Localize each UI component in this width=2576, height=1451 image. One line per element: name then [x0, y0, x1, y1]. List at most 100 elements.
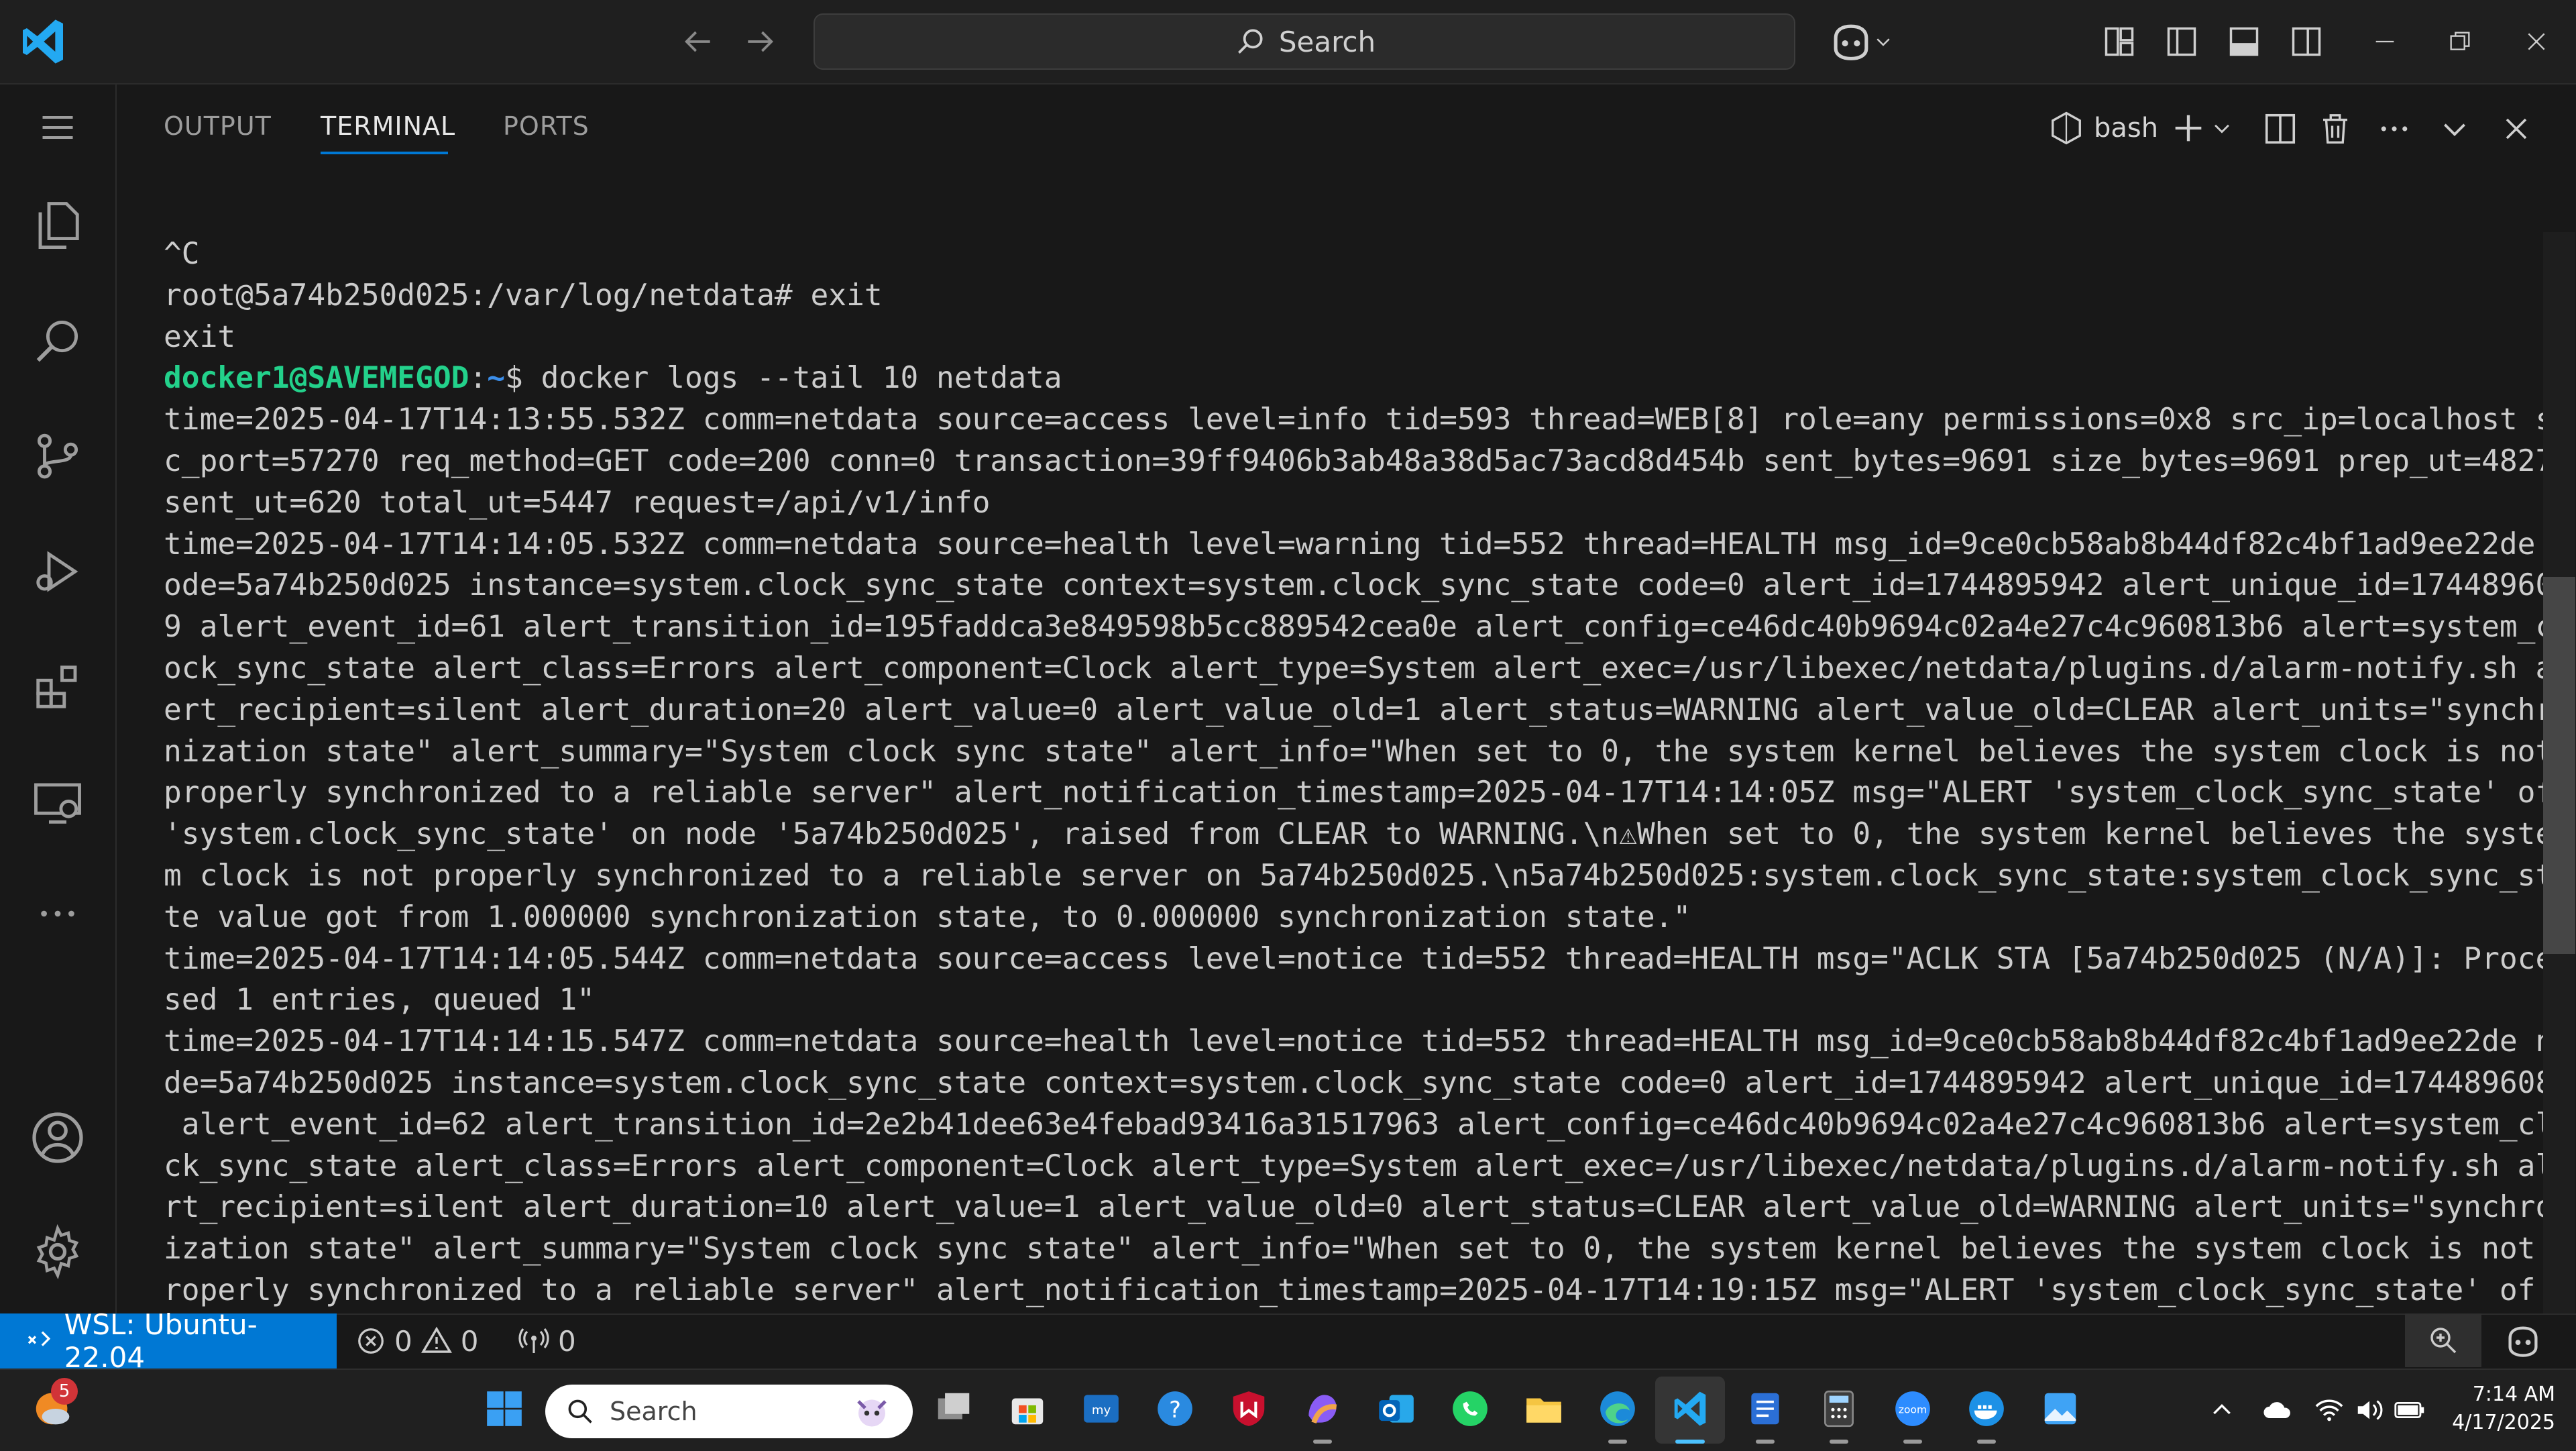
running-indicator [1608, 1440, 1627, 1444]
calculator-icon[interactable] [1811, 1381, 1867, 1437]
show-hidden-icons-chevron-icon[interactable] [2206, 1390, 2237, 1430]
menu-icon[interactable] [24, 94, 91, 161]
minimize-window-icon[interactable] [2358, 15, 2412, 68]
maximize-panel-chevron-icon[interactable] [2428, 102, 2481, 156]
tab-ports[interactable]: PORTS [503, 111, 590, 141]
start-windows-icon[interactable] [476, 1381, 533, 1437]
docker-desktop-icon[interactable] [1958, 1381, 2015, 1437]
terminal-panel: OUTPUT TERMINAL PORTS bash ^C root@5a74b2… [117, 85, 2576, 1313]
mcafee-shield-icon[interactable] [1221, 1381, 1277, 1437]
warning-count: 0 [460, 1324, 479, 1358]
restore-window-icon[interactable] [2433, 15, 2487, 68]
problems-indicator[interactable]: 0 0 [355, 1316, 478, 1366]
source-control-icon[interactable] [24, 423, 91, 490]
new-terminal-button[interactable] [2169, 105, 2233, 152]
prompt-path: ~ [487, 361, 506, 396]
copilot-app-icon[interactable] [1294, 1381, 1351, 1437]
notepad-icon[interactable] [1737, 1381, 1793, 1437]
svg-text:zoom: zoom [1899, 1403, 1927, 1415]
terminal-shell-icon [2052, 111, 2081, 145]
terminal-line: properly synchronized to a reliable serv… [164, 775, 2554, 810]
split-terminal-icon[interactable] [2253, 102, 2307, 156]
zoom-app-icon[interactable]: zoom [1885, 1381, 1941, 1437]
get-help-icon[interactable]: ? [1147, 1381, 1203, 1437]
toggle-panel-icon[interactable] [2217, 15, 2271, 68]
terminal-line: m clock is not properly synchronized to … [164, 858, 2572, 893]
running-indicator [1977, 1440, 1996, 1444]
edge-browser-icon[interactable] [1589, 1381, 1646, 1437]
close-panel-icon[interactable] [2489, 102, 2543, 156]
search-icon [1237, 29, 1263, 54]
terminal-line: roperly synchronized to a reliable serve… [164, 1273, 2572, 1307]
zoom-in-icon [2430, 1328, 2457, 1354]
more-icon[interactable] [24, 880, 91, 947]
toggle-secondary-sidebar-icon[interactable] [2280, 15, 2333, 68]
command-center-search[interactable]: Search [814, 13, 1795, 70]
clock-time: 7:14 AM [2472, 1383, 2555, 1406]
customize-layout-icon[interactable] [2092, 15, 2146, 68]
terminal-output[interactable]: ^C root@5a74b250d025:/var/log/netdata# ex… [164, 233, 2572, 1311]
close-window-icon[interactable] [2510, 15, 2563, 68]
run-and-debug-icon[interactable] [24, 538, 91, 605]
terminal-line: c_port=57270 req_method=GET code=200 con… [164, 443, 2554, 478]
copilot-status-icon[interactable] [2489, 1316, 2557, 1366]
explorer-icon[interactable] [24, 192, 91, 259]
outlook-icon[interactable] [1368, 1381, 1424, 1437]
active-tab-indicator [321, 152, 448, 154]
error-icon [358, 1328, 384, 1354]
remote-indicator[interactable]: WSL: Ubuntu-22.04 [0, 1308, 337, 1374]
warning-icon [421, 1326, 452, 1353]
onedrive-cloud-icon[interactable] [2260, 1390, 2295, 1430]
toggle-primary-sidebar-icon[interactable] [2155, 15, 2208, 68]
terminal-line: ^C [164, 237, 200, 271]
copilot-menu-button[interactable] [1817, 15, 1905, 68]
tab-terminal[interactable]: TERMINAL [321, 111, 455, 141]
microsoft-store-icon[interactable] [999, 1381, 1056, 1437]
tab-output[interactable]: OUTPUT [164, 111, 272, 141]
more-actions-icon[interactable] [2367, 102, 2421, 156]
taskbar-search-box[interactable]: Search [545, 1385, 913, 1438]
taskbar-search-placeholder: Search [610, 1397, 697, 1426]
terminal-line: ock_sync_state alert_class=Errors alert_… [164, 651, 2572, 686]
search-label: Search [1278, 25, 1376, 58]
settings-gear-icon[interactable] [24, 1218, 91, 1285]
shell-label: bash [2094, 113, 2159, 144]
copilot-icon [1834, 24, 1868, 60]
accounts-icon[interactable] [24, 1104, 91, 1171]
vscode-taskbar-icon[interactable] [1662, 1381, 1718, 1437]
terminal-line: alert_event_id=62 alert_transition_id=2e… [164, 1107, 2572, 1142]
ports-indicator[interactable]: 0 [518, 1316, 576, 1366]
myhp-app-icon[interactable]: my [1073, 1381, 1129, 1437]
terminal-line: 'system.clock_sync_state' on node '5a74b… [164, 817, 2554, 852]
forward-arrow-icon[interactable] [734, 15, 787, 68]
terminal-line: ization state" alert_summary="System clo… [164, 1232, 2572, 1267]
search-icon [568, 1399, 592, 1423]
taskbar-clock[interactable]: 7:14 AM 4/17/2025 [2421, 1381, 2555, 1437]
terminal-line: rt_recipient=silent alert_duration=10 al… [164, 1190, 2572, 1225]
wifi-icon[interactable] [2312, 1390, 2346, 1430]
kill-terminal-trash-icon[interactable] [2308, 102, 2362, 156]
error-count: 0 [394, 1324, 412, 1358]
whatsapp-icon[interactable] [1442, 1381, 1498, 1437]
back-arrow-icon[interactable] [671, 15, 724, 68]
vscode-logo-icon [16, 15, 70, 68]
terminal-line: exit [164, 319, 236, 354]
search-icon[interactable] [24, 307, 91, 374]
running-indicator [1830, 1440, 1848, 1444]
extensions-icon[interactable] [24, 653, 91, 720]
activity-bar [0, 85, 117, 1313]
task-view-icon[interactable] [926, 1381, 982, 1437]
file-explorer-icon[interactable] [1516, 1381, 1572, 1437]
photos-app-icon[interactable] [2032, 1381, 2088, 1437]
zoom-indicator[interactable] [2405, 1313, 2481, 1367]
svg-text:?: ? [1169, 1397, 1181, 1423]
running-indicator [1903, 1440, 1922, 1444]
terminal-line: nization state" alert_summary="System cl… [164, 734, 2554, 769]
ports-count: 0 [558, 1324, 576, 1358]
terminal-shell-selector[interactable]: bash [2048, 105, 2158, 152]
volume-icon[interactable] [2353, 1390, 2386, 1430]
svg-text:my: my [1092, 1403, 1111, 1417]
remote-explorer-icon[interactable] [24, 769, 91, 836]
terminal-line: time=2025-04-17T14:14:15.547Z comm=netda… [164, 1024, 2572, 1059]
terminal-scrollbar-thumb[interactable] [2543, 577, 2575, 954]
